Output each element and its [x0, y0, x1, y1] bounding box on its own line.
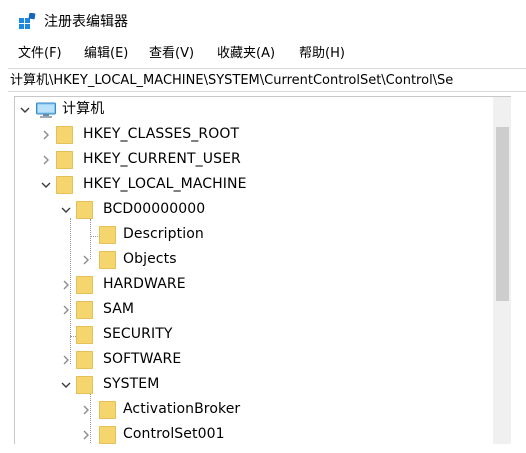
computer-icon	[36, 102, 56, 118]
chevron-right-icon[interactable]	[39, 153, 53, 167]
folder-icon	[76, 301, 93, 319]
tree-node-label[interactable]: Description	[123, 224, 204, 244]
folder-icon	[56, 151, 73, 169]
tree-vertical-scrollbar[interactable]	[493, 97, 511, 444]
tree-node[interactable]: SOFTWARE	[15, 347, 493, 372]
tree-node-label[interactable]: SECURITY	[103, 324, 173, 344]
folder-icon	[56, 126, 73, 144]
tree-node[interactable]: HKEY_LOCAL_MACHINE	[15, 172, 493, 197]
menu-file[interactable]: 文件(F)	[18, 44, 62, 64]
chevron-right-icon[interactable]	[59, 278, 73, 292]
tree-node[interactable]: SAM	[15, 297, 493, 322]
chevron-right-icon[interactable]	[39, 128, 53, 142]
tree-node-label[interactable]: SOFTWARE	[103, 349, 181, 369]
chevron-down-icon[interactable]	[39, 178, 53, 192]
menu-favorites[interactable]: 收藏夹(A)	[217, 44, 275, 64]
tree-node-label[interactable]: HKEY_CLASSES_ROOT	[83, 124, 239, 144]
folder-icon	[76, 201, 93, 219]
tree-node[interactable]: BCD00000000	[15, 197, 493, 222]
chevron-right-icon[interactable]	[59, 353, 73, 367]
registry-tree: 计算机 HKEY_CLASSES_ROOT HKEY_CURRENT_USER HK…	[15, 97, 493, 444]
tree-node-label[interactable]: HKEY_CURRENT_USER	[83, 149, 241, 169]
menu-view[interactable]: 查看(V)	[149, 44, 194, 64]
title-bar[interactable]: 注册表编辑器	[0, 0, 526, 40]
tree-node-label[interactable]: ActivationBroker	[123, 399, 240, 419]
tree-node-label[interactable]: ControlSet001	[123, 424, 225, 444]
address-path[interactable]: 计算机\HKEY_LOCAL_MACHINE\SYSTEM\CurrentCon…	[10, 72, 453, 90]
registry-editor-window: 注册表编辑器 文件(F) 编辑(E) 查看(V) 收藏夹(A) 帮助(H) 计算…	[0, 0, 526, 453]
folder-icon	[99, 226, 116, 244]
chevron-right-icon[interactable]	[79, 253, 93, 267]
folder-icon	[99, 401, 116, 419]
menu-edit[interactable]: 编辑(E)	[84, 44, 128, 64]
chevron-right-icon[interactable]	[79, 403, 93, 417]
chevron-down-icon[interactable]	[59, 378, 73, 392]
scrollbar-thumb[interactable]	[496, 127, 509, 301]
tree-node[interactable]: Objects	[15, 247, 493, 272]
registry-editor-icon	[19, 13, 36, 29]
tree-node-label[interactable]: HKEY_LOCAL_MACHINE	[83, 174, 247, 194]
chevron-down-icon[interactable]	[18, 103, 32, 117]
chevron-right-icon[interactable]	[59, 303, 73, 317]
chevron-right-icon[interactable]	[79, 428, 93, 442]
menu-bar: 文件(F) 编辑(E) 查看(V) 收藏夹(A) 帮助(H)	[0, 42, 526, 66]
registry-tree-pane: 计算机 HKEY_CLASSES_ROOT HKEY_CURRENT_USER HK…	[14, 96, 511, 444]
tree-node[interactable]: SYSTEM	[15, 372, 493, 397]
folder-icon	[76, 351, 93, 369]
tree-node[interactable]: HKEY_CLASSES_ROOT	[15, 122, 493, 147]
folder-icon	[99, 251, 116, 269]
chevron-down-icon[interactable]	[59, 203, 73, 217]
tree-node-label[interactable]: SYSTEM	[103, 374, 159, 394]
tree-node-label[interactable]: SAM	[103, 299, 134, 319]
tree-node[interactable]: ActivationBroker	[15, 397, 493, 422]
tree-node[interactable]: HKEY_CURRENT_USER	[15, 147, 493, 172]
folder-icon	[76, 276, 93, 294]
address-bar[interactable]: 计算机\HKEY_LOCAL_MACHINE\SYSTEM\CurrentCon…	[8, 68, 526, 92]
tree-root-computer[interactable]: 计算机	[15, 97, 493, 122]
menu-help[interactable]: 帮助(H)	[299, 44, 345, 64]
tree-node-label[interactable]: Objects	[123, 249, 177, 269]
folder-icon	[99, 426, 116, 444]
tree-node-label[interactable]: HARDWARE	[103, 274, 186, 294]
tree-node[interactable]: SECURITY	[15, 322, 493, 347]
tree-node[interactable]: ControlSet001	[15, 422, 493, 444]
folder-icon	[76, 326, 93, 344]
window-title: 注册表编辑器	[44, 14, 128, 30]
folder-icon	[56, 176, 73, 194]
tree-node[interactable]: HARDWARE	[15, 272, 493, 297]
folder-icon	[76, 376, 93, 394]
tree-root-label[interactable]: 计算机	[62, 99, 104, 119]
tree-node[interactable]: Description	[15, 222, 493, 247]
tree-node-label[interactable]: BCD00000000	[103, 199, 205, 219]
